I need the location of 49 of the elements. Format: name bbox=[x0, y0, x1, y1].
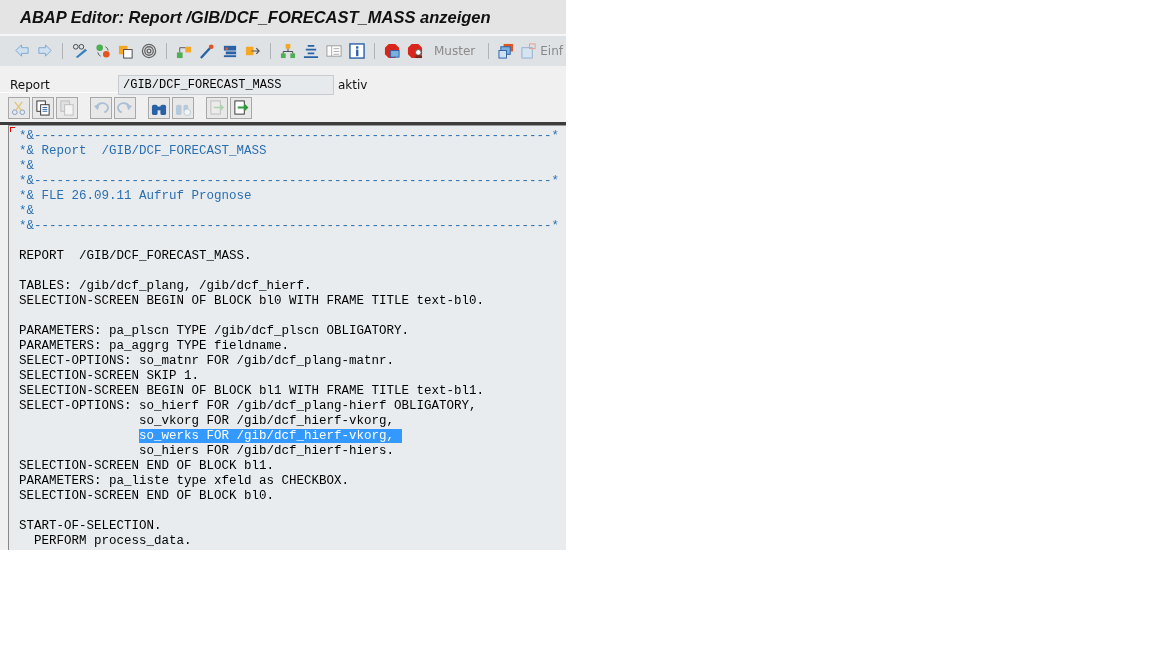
binoculars-button[interactable] bbox=[148, 97, 170, 119]
code-line: *& Report /GIB/DCF_FORECAST_MASS bbox=[19, 144, 268, 159]
glasses-pencil-icon[interactable] bbox=[72, 43, 88, 59]
align-center-icon[interactable] bbox=[303, 43, 319, 59]
code-line: so_hiers FOR /gib/dcf_hierf-hiers. bbox=[138, 444, 396, 459]
report-field[interactable]: /GIB/DCF_FORECAST_MASS bbox=[118, 75, 334, 95]
code-line: *& bbox=[19, 204, 35, 219]
stop-sign-icon[interactable] bbox=[407, 43, 423, 59]
document-arrow-icon bbox=[233, 100, 249, 116]
code-line: *& FLE 26.09.11 Aufruf Prognose bbox=[19, 189, 253, 204]
code-line: SELECT-OPTIONS: so_hierf FOR /gib/dcf_plang-hierf OBLIGATORY, bbox=[19, 399, 478, 414]
document-arrow-icon bbox=[209, 100, 225, 116]
code-line: START-OF-SELECTION. bbox=[19, 519, 163, 534]
code-line: SELECTION-SCREEN SKIP 1. bbox=[19, 369, 201, 384]
code-line: PARAMETERS: pa_liste type xfeld as CHECKBOX. bbox=[19, 474, 351, 489]
info-icon[interactable] bbox=[349, 43, 365, 59]
code-line: REPORT /GIB/DCF_FORECAST_MASS. bbox=[19, 249, 253, 264]
document-icon[interactable] bbox=[118, 43, 134, 59]
code-line: SELECTION-SCREEN END OF BLOCK bl1. bbox=[19, 459, 276, 474]
code-line: *&---------------------------------------------------------------------* bbox=[19, 174, 561, 189]
undo-icon bbox=[93, 100, 109, 116]
paste-icon bbox=[59, 100, 75, 116]
code-line: PARAMETERS: pa_aggrg TYPE fieldname. bbox=[19, 339, 291, 354]
copy-button[interactable] bbox=[32, 97, 54, 119]
code-line: *&---------------------------------------------------------------------* bbox=[19, 129, 561, 144]
code-line: SELECTION-SCREEN END OF BLOCK bl0. bbox=[19, 489, 276, 504]
status-text: aktiv bbox=[338, 78, 368, 92]
code-line: so_vkorg FOR /gib/dcf_hierf-vkorg, bbox=[138, 414, 396, 429]
scissors-icon bbox=[11, 100, 27, 116]
circles-icon[interactable] bbox=[95, 43, 111, 59]
code-line: PARAMETERS: pa_plscn TYPE /gib/dcf_plscn OBLIGATORY. bbox=[19, 324, 411, 339]
stop-sign-icon[interactable] bbox=[384, 43, 400, 59]
code-line: SELECT-OPTIONS: so_matnr FOR /gib/dcf_plang-matnr. bbox=[19, 354, 396, 369]
document-arrow-button[interactable] bbox=[230, 97, 252, 119]
org-chart-icon[interactable] bbox=[280, 43, 296, 59]
magic-wand-icon[interactable] bbox=[199, 43, 215, 59]
code-line: SELECTION-SCREEN BEGIN OF BLOCK bl0 WITH FRAME TITLE text-bl0. bbox=[19, 294, 486, 309]
redo-icon bbox=[117, 100, 133, 116]
window-title: ABAP Editor: Report /GIB/DCF_FORECAST_MASS anzeigen bbox=[20, 7, 491, 27]
stacked-windows-icon[interactable] bbox=[498, 43, 515, 59]
code-line: so_werks FOR /gib/dcf_hierf-vkorg, bbox=[19, 429, 566, 444]
copy-icon bbox=[35, 100, 51, 116]
spiral-icon[interactable] bbox=[141, 43, 157, 59]
code-line: *&---------------------------------------------------------------------* bbox=[19, 219, 561, 234]
insert-window-icon bbox=[521, 43, 538, 59]
code-line: PERFORM process_data. bbox=[33, 534, 193, 549]
code-line: SELECTION-SCREEN BEGIN OF BLOCK bl1 WITH FRAME TITLE text-bl1. bbox=[19, 384, 486, 399]
code-line: *& bbox=[19, 159, 35, 174]
code-line: TABLES: /gib/dcf_plang, /gib/dcf_hierf. bbox=[19, 279, 313, 294]
